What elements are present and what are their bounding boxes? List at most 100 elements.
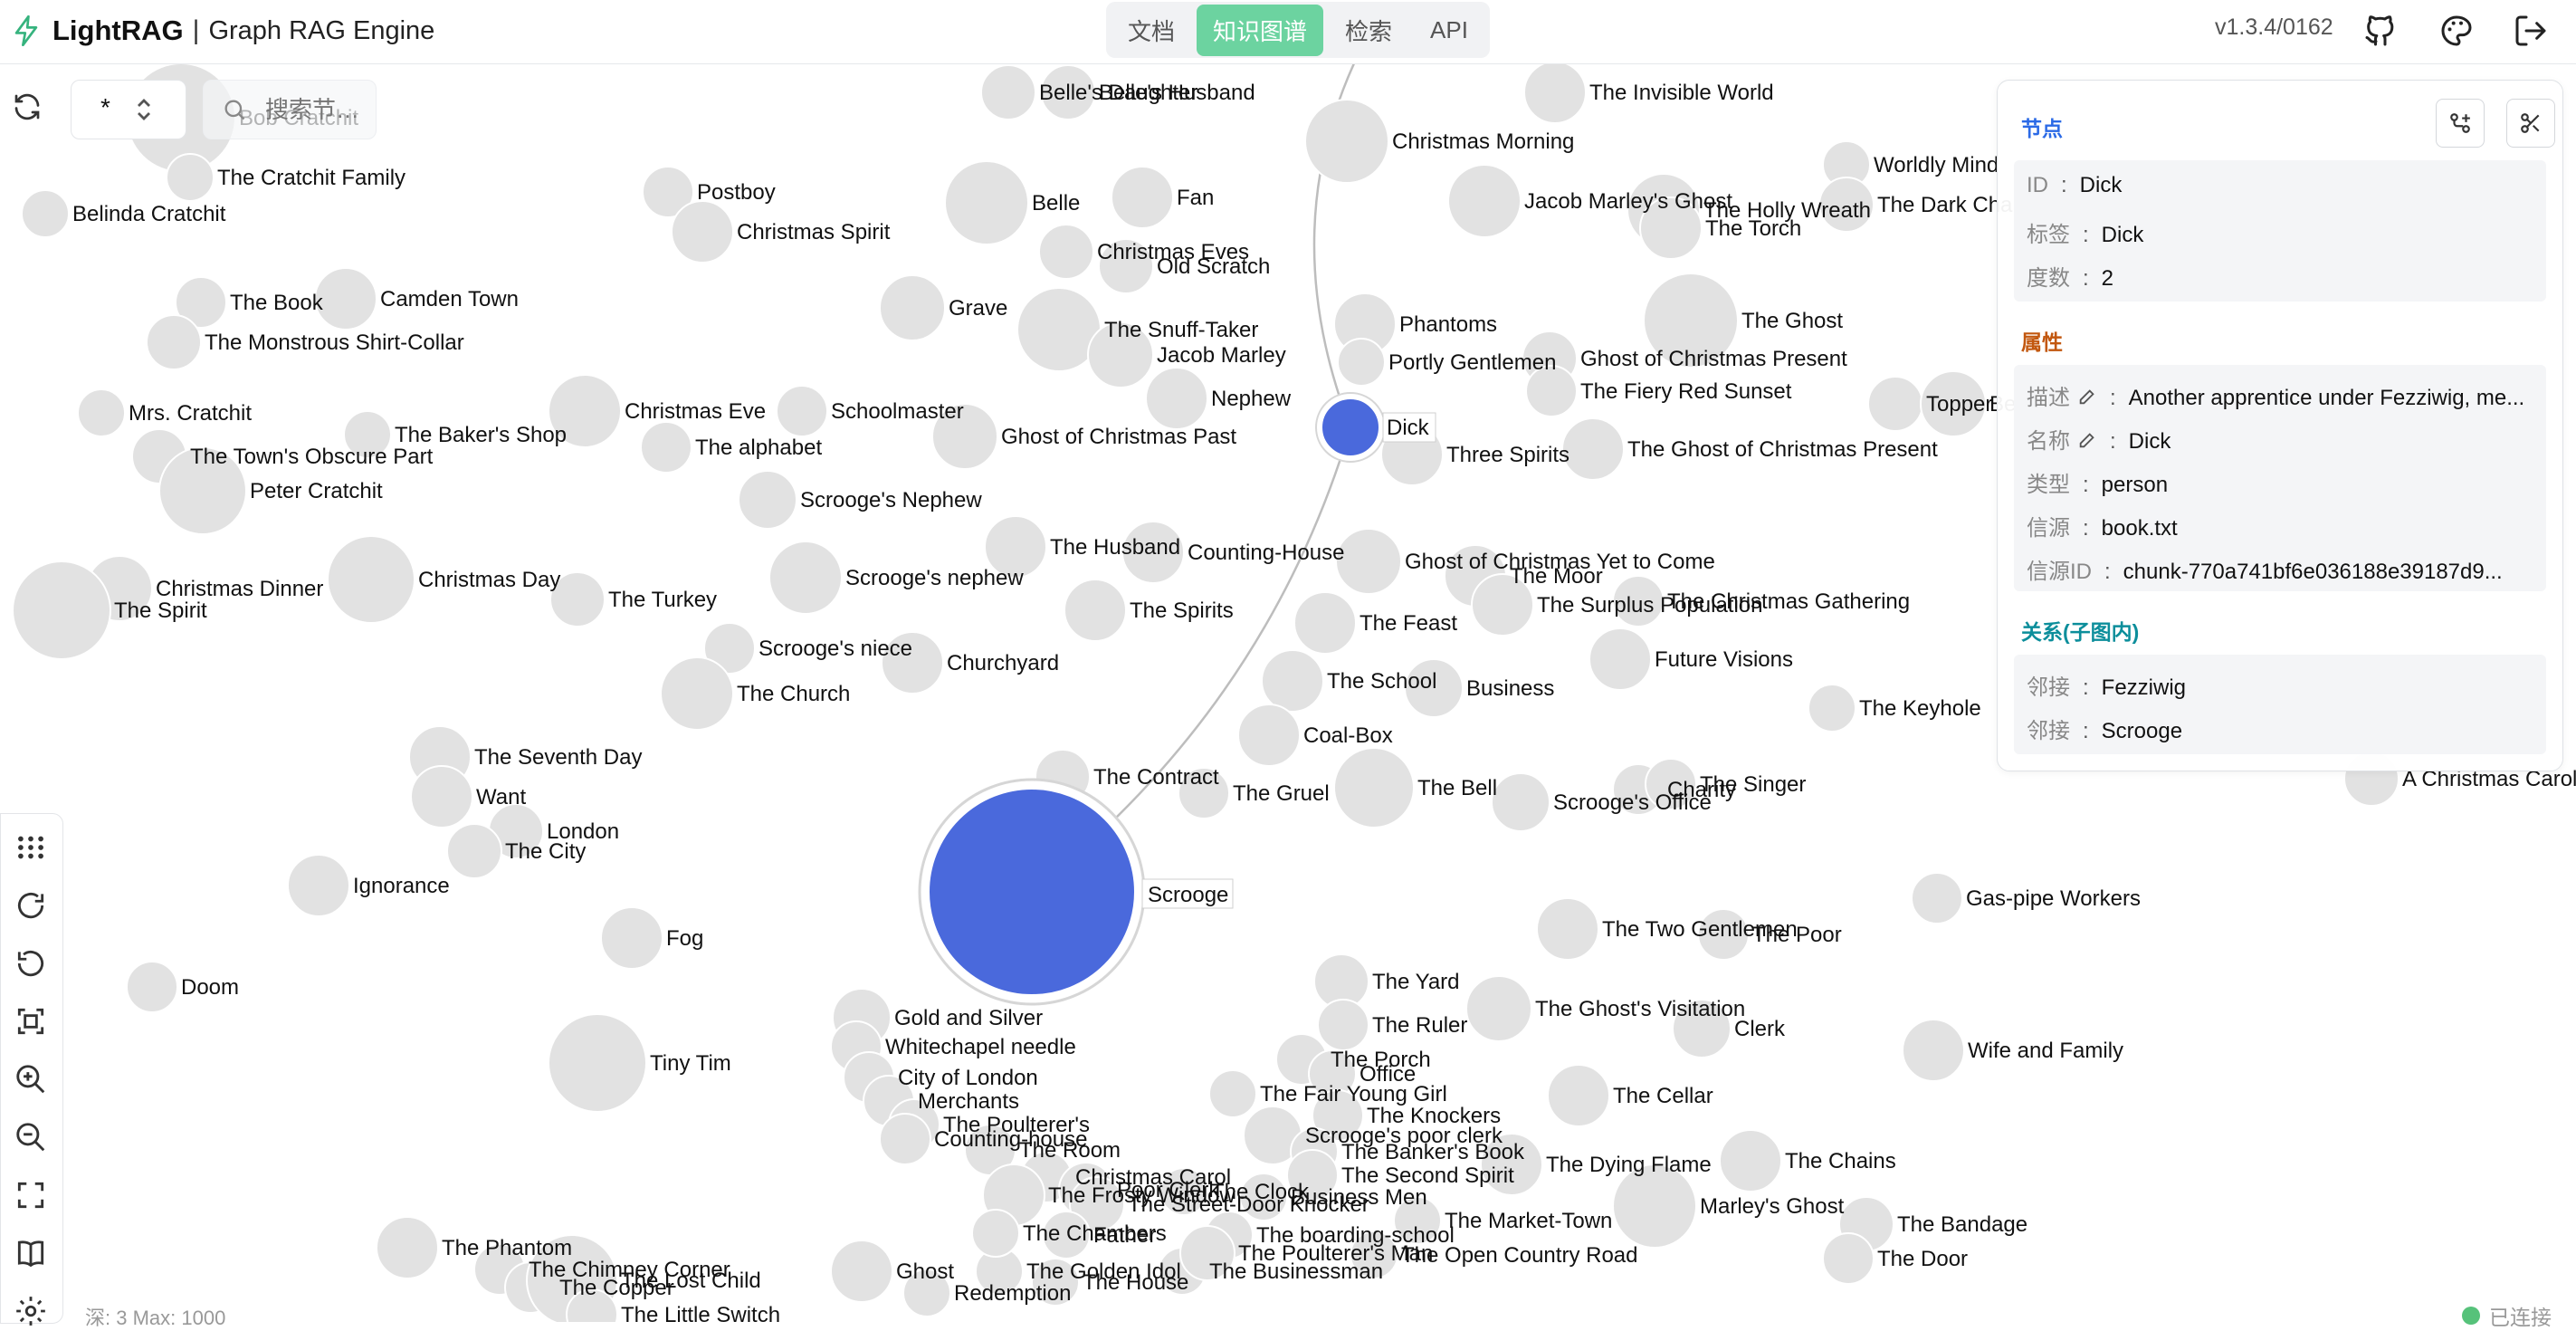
graph-node[interactable] — [327, 535, 415, 624]
graph-node[interactable] — [1911, 872, 1963, 924]
graph-node[interactable] — [1064, 579, 1127, 642]
graph-node[interactable] — [21, 189, 70, 238]
graph-node[interactable] — [166, 153, 215, 202]
graph-node[interactable] — [314, 267, 377, 330]
graph-node[interactable] — [1536, 897, 1599, 961]
expand-node-icon[interactable] — [2436, 99, 2485, 148]
logout-icon[interactable] — [2513, 13, 2549, 49]
tab-documents[interactable]: 文档 — [1111, 5, 1191, 56]
rotate-icon[interactable] — [14, 888, 48, 923]
graph-node[interactable] — [287, 854, 350, 917]
graph-node[interactable] — [1237, 704, 1301, 767]
layout-grid-icon[interactable] — [14, 830, 48, 865]
graph-node[interactable] — [971, 1209, 1020, 1258]
graph-node-label: Christmas Spirit — [737, 220, 891, 244]
graph-node[interactable] — [738, 470, 797, 530]
graph-node[interactable] — [126, 961, 178, 1013]
graph-node[interactable] — [1337, 338, 1386, 387]
graph-node[interactable] — [600, 906, 663, 970]
graph-node[interactable] — [410, 765, 473, 828]
graph-node[interactable] — [1589, 627, 1652, 691]
graph-node-label: Schoolmaster — [831, 399, 964, 424]
graph-node[interactable] — [1822, 1232, 1875, 1285]
tab-retrieval[interactable]: 检索 — [1329, 5, 1408, 56]
edit-icon[interactable] — [2077, 430, 2097, 450]
edit-icon[interactable] — [2077, 387, 2097, 407]
graph-node-label: Clerk — [1734, 1017, 1786, 1041]
graph-node[interactable] — [446, 823, 502, 879]
graph-node-label: The Christmas Gathering — [1667, 589, 1910, 614]
graph-node[interactable] — [376, 1216, 439, 1279]
graph-node-label: The Church — [737, 682, 850, 706]
book-icon[interactable] — [14, 1236, 48, 1270]
graph-node-label: Nephew — [1211, 387, 1292, 411]
graph-node[interactable] — [1293, 591, 1357, 655]
graph-node[interactable] — [146, 314, 202, 370]
palette-icon[interactable] — [2438, 13, 2475, 49]
graph-node-label: Fan — [1177, 186, 1214, 210]
graph-node-label: Portly Gentlemen — [1388, 350, 1556, 375]
graph-node-label: The Phantom — [442, 1236, 572, 1260]
graph-node[interactable] — [1335, 528, 1402, 595]
graph-node-label: Business — [1466, 676, 1554, 701]
graph-node[interactable] — [1491, 772, 1550, 832]
graph-node[interactable] — [1719, 1129, 1782, 1192]
graph-node[interactable] — [1523, 64, 1587, 124]
graph-node[interactable] — [12, 560, 111, 660]
search-input[interactable] — [263, 91, 374, 128]
graph-node[interactable] — [1808, 684, 1856, 733]
graph-node[interactable] — [830, 1240, 893, 1303]
graph-node[interactable] — [1867, 376, 1923, 432]
graph-node[interactable] — [1261, 649, 1324, 713]
graph-node-label: The Ghost of Christmas Present — [1627, 437, 1938, 462]
zoom-in-icon[interactable] — [14, 1062, 48, 1096]
graph-node-label: Future Visions — [1655, 647, 1793, 672]
graph-node[interactable] — [980, 64, 1036, 120]
undo-icon[interactable] — [14, 946, 48, 981]
graph-node[interactable] — [77, 388, 126, 437]
graph-node[interactable] — [1561, 417, 1625, 481]
graph-node[interactable] — [1317, 999, 1369, 1051]
fullscreen-icon[interactable] — [14, 1178, 48, 1212]
graph-node[interactable] — [1902, 1019, 1965, 1082]
graph-node[interactable] — [548, 1013, 647, 1113]
graph-node[interactable] — [1145, 367, 1208, 430]
graph-node[interactable] — [1547, 1064, 1610, 1127]
relation-row[interactable]: 邻接: Scrooge — [2027, 713, 2182, 744]
graph-node-scrooge[interactable] — [921, 780, 1143, 1003]
prune-node-icon[interactable] — [2506, 99, 2555, 148]
tab-api[interactable]: API — [1414, 7, 1484, 53]
graph-node[interactable] — [776, 385, 828, 437]
graph-node[interactable] — [879, 1113, 931, 1165]
graph-node-label: The Fair Young Girl — [1260, 1082, 1447, 1106]
graph-node[interactable] — [1111, 166, 1174, 229]
graph-node[interactable] — [1304, 99, 1389, 184]
graph-node[interactable] — [671, 200, 734, 263]
settings-icon[interactable] — [14, 1294, 48, 1328]
search-box[interactable] — [203, 80, 377, 139]
graph-node[interactable] — [1465, 975, 1532, 1042]
graph-node[interactable] — [944, 160, 1029, 245]
refresh-icon[interactable] — [11, 91, 43, 123]
label-select[interactable]: * — [71, 80, 186, 139]
graph-node[interactable] — [1447, 164, 1522, 238]
panel-node-title: 节点 — [2021, 117, 2063, 140]
graph-node-label: Marley's Ghost — [1700, 1194, 1845, 1219]
graph-node[interactable] — [1038, 224, 1094, 280]
tab-knowledge-graph[interactable]: 知识图谱 — [1197, 4, 1324, 56]
graph-node-label: The Turkey — [608, 588, 717, 612]
relation-row[interactable]: 邻接: Fezziwig — [2027, 669, 2186, 701]
graph-node[interactable] — [879, 274, 946, 341]
github-icon[interactable] — [2362, 13, 2399, 49]
graph-node-dick[interactable] — [1317, 394, 1384, 461]
graph-node[interactable] — [1333, 747, 1415, 828]
graph-node-label: The Chains — [1785, 1149, 1896, 1173]
graph-node[interactable] — [640, 421, 692, 474]
graph-node-label: Mrs. Cratchit — [129, 401, 252, 426]
label-select-value: * — [100, 93, 110, 121]
graph-node[interactable] — [768, 541, 843, 615]
zoom-out-icon[interactable] — [14, 1120, 48, 1154]
graph-node[interactable] — [660, 656, 734, 731]
focus-icon[interactable] — [14, 1004, 48, 1039]
graph-node[interactable] — [1208, 1069, 1257, 1118]
